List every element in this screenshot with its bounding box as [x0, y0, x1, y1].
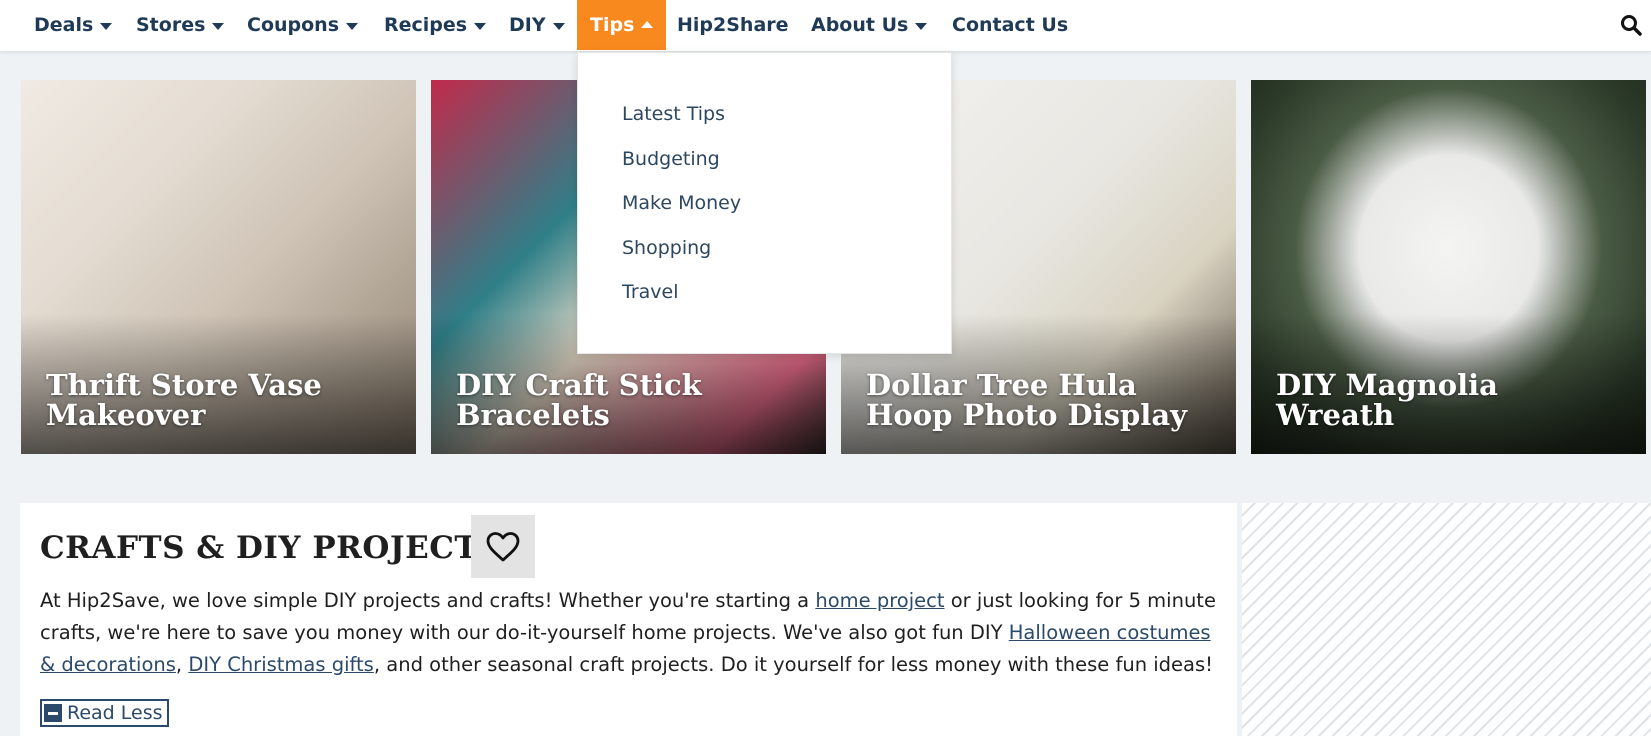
nav-diy-label: DIY	[509, 14, 546, 36]
category-intro-section: CRAFTS & DIY PROJECTS At Hip2Save, we lo…	[20, 503, 1237, 736]
nav-about-us[interactable]: About Us	[811, 0, 928, 50]
nav-recipes-label: Recipes	[384, 14, 468, 36]
nav-contact-us-label: Contact Us	[952, 14, 1069, 36]
caret-down-icon	[915, 22, 928, 30]
caret-down-icon	[100, 22, 113, 30]
favorite-button[interactable]	[471, 515, 535, 578]
card-title: DIY Craft Stick Bracelets	[456, 368, 702, 432]
link-home-project[interactable]: home project	[815, 589, 944, 612]
caret-down-icon	[552, 22, 565, 30]
heart-icon	[486, 531, 520, 561]
link-diy-christmas-gifts[interactable]: DIY Christmas gifts	[188, 653, 374, 676]
caret-up-icon	[641, 20, 654, 28]
desc-text: At Hip2Save, we love simple DIY projects…	[40, 589, 816, 612]
nav-deals[interactable]: Deals	[34, 0, 113, 50]
card-title: DIY Magnolia Wreath	[1276, 368, 1498, 432]
caret-down-icon	[212, 22, 225, 30]
nav-hip2share-label: Hip2Share	[677, 14, 789, 36]
tips-dropdown-menu: Latest Tips Budgeting Make Money Shoppin…	[577, 52, 952, 354]
read-less-button[interactable]: Read Less	[40, 699, 169, 727]
ad-placeholder	[1242, 503, 1651, 736]
nav-recipes[interactable]: Recipes	[384, 0, 487, 50]
search-button[interactable]	[1611, 0, 1651, 50]
feature-card-magnolia-wreath[interactable]: DIY Magnolia Wreath	[1251, 80, 1646, 454]
nav-tips[interactable]: Tips	[577, 0, 667, 50]
search-icon	[1621, 15, 1642, 36]
feature-card-thrift-vase[interactable]: Thrift Store Vase Makeover	[21, 80, 416, 454]
nav-diy[interactable]: DIY	[509, 0, 565, 50]
nav-coupons[interactable]: Coupons	[247, 0, 359, 50]
nav-hip2share[interactable]: Hip2Share	[677, 0, 789, 50]
nav-stores[interactable]: Stores	[136, 0, 225, 50]
desc-text: , and other seasonal craft projects. Do …	[373, 653, 1213, 676]
nav-tips-label: Tips	[590, 14, 635, 36]
page-title: CRAFTS & DIY PROJECTS	[40, 530, 501, 566]
nav-deals-label: Deals	[34, 14, 94, 36]
nav-contact-us[interactable]: Contact Us	[952, 0, 1068, 50]
dropdown-item-latest-tips[interactable]: Latest Tips	[622, 103, 725, 125]
nav-about-us-label: About Us	[811, 14, 909, 36]
minus-square-icon	[44, 704, 62, 722]
card-title: Thrift Store Vase Makeover	[46, 368, 322, 432]
category-description: At Hip2Save, we love simple DIY projects…	[40, 585, 1230, 681]
read-less-label: Read Less	[67, 702, 163, 724]
caret-down-icon	[346, 22, 359, 30]
nav-stores-label: Stores	[136, 14, 206, 36]
dropdown-item-travel[interactable]: Travel	[622, 281, 678, 303]
nav-coupons-label: Coupons	[247, 14, 340, 36]
desc-text: ,	[175, 653, 189, 676]
dropdown-item-budgeting[interactable]: Budgeting	[622, 148, 720, 170]
dropdown-item-shopping[interactable]: Shopping	[622, 237, 711, 259]
main-nav: Deals Stores Coupons Recipes DIY Tips Hi…	[0, 0, 1651, 52]
card-title: Dollar Tree Hula Hoop Photo Display	[866, 368, 1187, 432]
caret-down-icon	[474, 22, 487, 30]
dropdown-item-make-money[interactable]: Make Money	[622, 192, 741, 214]
